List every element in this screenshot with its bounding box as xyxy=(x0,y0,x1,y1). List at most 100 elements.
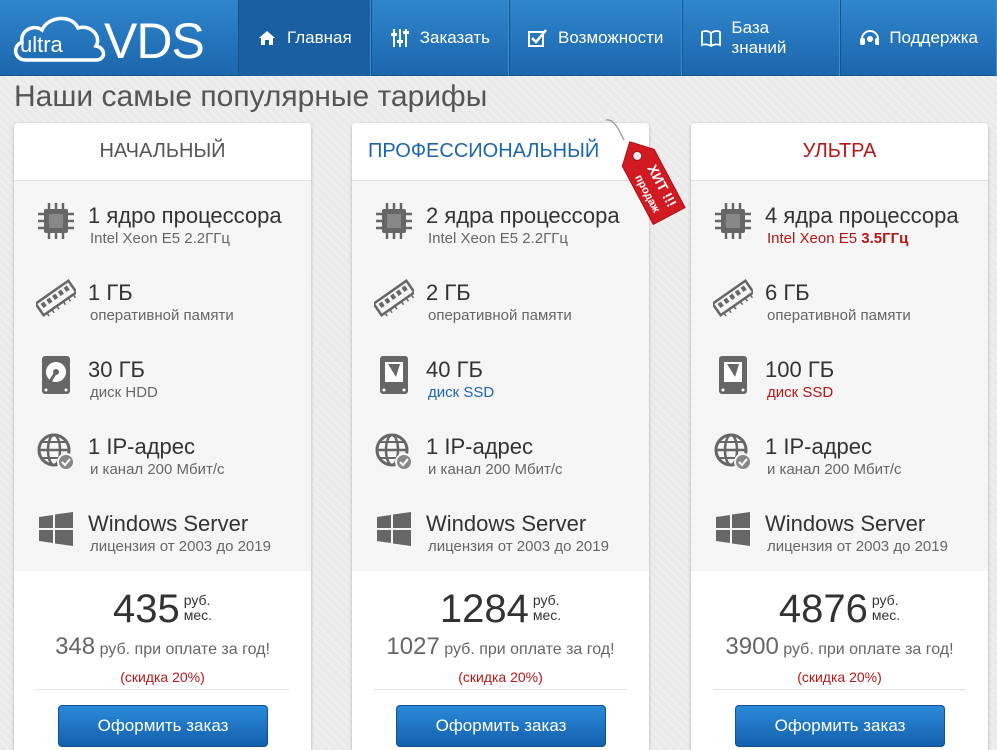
price-value: 4876 xyxy=(778,587,868,631)
feature-os: Windows Server лицензия от 2003 до 2019 xyxy=(14,489,311,566)
windows-icon xyxy=(39,512,73,546)
price-value: 1284 xyxy=(439,587,529,631)
feature-sub: Intel Xeon E5 3.5ГГц xyxy=(767,230,908,247)
feature-ram: 1 ГБ оперативной памяти xyxy=(14,258,311,335)
globe-icon xyxy=(37,433,76,472)
feature-sub: диск HDD xyxy=(90,384,158,401)
period: мес. xyxy=(183,607,213,623)
period: мес. xyxy=(871,607,901,623)
feature-title: Windows Server xyxy=(426,511,587,536)
nav-label: Поддержка xyxy=(889,28,978,47)
nav-support[interactable]: Поддержка xyxy=(840,0,997,76)
feature-title: 1 IP-адрес xyxy=(426,434,534,459)
logo-small-text: ultra xyxy=(20,32,63,57)
divider xyxy=(374,689,627,690)
globe-icon xyxy=(714,433,753,472)
feature-sub: Intel Xeon E5 2.2ГГц xyxy=(90,230,230,247)
disk-prefix: диск xyxy=(767,384,799,401)
globe-icon xyxy=(375,433,414,472)
nav-knowledge-base[interactable]: База знаний xyxy=(682,0,841,76)
feature-sub: и канал 200 Мбит/с xyxy=(428,461,563,478)
order-button[interactable]: Оформить заказ xyxy=(735,705,945,747)
feature-title: 2 ядра процессора xyxy=(426,203,620,228)
price-unit: руб. мес. xyxy=(533,593,561,623)
feature-title: 1 ГБ xyxy=(88,280,133,305)
feature-title: Windows Server xyxy=(765,511,926,536)
plan-card-starter: НАЧАЛЬНЫЙ 1 ядро процессора Intel Xeon E… xyxy=(14,123,311,750)
disk-type: HDD xyxy=(125,384,158,401)
feature-title: 1 IP-адрес xyxy=(88,434,196,459)
feature-ram: 2 ГБ оперативной памяти xyxy=(352,258,649,335)
ssd-icon xyxy=(380,356,408,394)
order-button[interactable]: Оформить заказ xyxy=(58,705,268,747)
plan-card-ultra: УЛЬТРА 4 ядра процессора Intel Xeon E5 3… xyxy=(691,123,988,750)
feature-sub: оперативной памяти xyxy=(428,307,572,324)
feature-sub: диск SSD xyxy=(428,384,494,401)
feature-title: 1 IP-адрес xyxy=(765,434,873,459)
feature-ram: 6 ГБ оперативной памяти xyxy=(691,258,988,335)
ultravds-logo[interactable]: ultra VDS xyxy=(12,10,227,69)
plan-name: НАЧАЛЬНЫЙ xyxy=(14,123,311,181)
ram-icon xyxy=(36,279,76,318)
home-icon xyxy=(257,28,277,48)
nav-order[interactable]: Заказать xyxy=(370,0,510,76)
nav-label: Главная xyxy=(287,28,352,47)
yearly-text: руб. при оплате за год! xyxy=(783,641,954,658)
disk-type: SSD xyxy=(802,384,834,401)
cpu-icon xyxy=(713,201,753,241)
nav-features[interactable]: Возможности xyxy=(509,0,683,76)
feature-title: 1 ядро процессора xyxy=(88,203,282,228)
feature-cpu: 1 ядро процессора Intel Xeon E5 2.2ГГц xyxy=(14,181,311,258)
divider xyxy=(713,689,966,690)
feature-title: Windows Server xyxy=(88,511,249,536)
price-block: 1284 руб. мес. 1027 руб. при оплате за год… xyxy=(352,571,649,750)
monthly-price: 4876 руб. мес. xyxy=(691,587,988,632)
discount-label: (скидка 20%) xyxy=(120,669,205,685)
checkbox-icon xyxy=(528,28,548,48)
feature-title: 4 ядра процессора xyxy=(765,203,959,228)
ram-icon xyxy=(713,279,753,318)
price-block: 4876 руб. мес. 3900 руб. при оплате за год… xyxy=(691,571,988,750)
feature-title: 30 ГБ xyxy=(88,357,145,382)
feature-title: 40 ГБ xyxy=(426,357,483,382)
monthly-price: 1284 руб. мес. xyxy=(352,587,649,632)
cpu-icon xyxy=(374,201,414,241)
feature-sub: и канал 200 Мбит/с xyxy=(767,461,902,478)
feature-os: Windows Server лицензия от 2003 до 2019 xyxy=(352,489,649,566)
yearly-text: руб. при оплате за год! xyxy=(99,641,270,658)
cpu-freq: 3.5ГГц xyxy=(861,230,909,247)
yearly-price: 3900 руб. при оплате за год! xyxy=(691,633,988,661)
feature-ip: 1 IP-адрес и канал 200 Мбит/с xyxy=(691,412,988,489)
nav-home[interactable]: Главная xyxy=(238,0,371,76)
book-icon xyxy=(701,28,722,48)
disk-prefix: диск xyxy=(428,384,460,401)
feature-title: 6 ГБ xyxy=(765,280,810,305)
hdd-icon xyxy=(40,355,72,395)
feature-cpu: 4 ядра процессора Intel Xeon E5 3.5ГГц xyxy=(691,181,988,258)
sliders-icon xyxy=(390,28,410,48)
ram-icon xyxy=(374,279,414,318)
feature-os: Windows Server лицензия от 2003 до 2019 xyxy=(691,489,988,566)
feature-ip: 1 IP-адрес и канал 200 Мбит/с xyxy=(14,412,311,489)
logo-big-text: VDS xyxy=(104,13,205,69)
currency: руб. xyxy=(183,592,211,608)
currency: руб. xyxy=(871,592,899,608)
divider xyxy=(36,689,289,690)
discount-label: (скидка 20%) xyxy=(458,669,543,685)
plan-name: УЛЬТРА xyxy=(691,123,988,181)
price-unit: руб. мес. xyxy=(872,593,900,623)
cpu-icon xyxy=(36,201,76,241)
period: мес. xyxy=(532,607,562,623)
yearly-value: 3900 xyxy=(725,633,779,660)
price-value: 435 xyxy=(112,587,180,631)
monthly-price: 435 руб. мес. xyxy=(14,587,311,632)
nav-label: Возможности xyxy=(558,28,664,47)
feature-sub: лицензия от 2003 до 2019 xyxy=(767,538,948,555)
site-header: ultra VDS Главная Заказать Возможности Б… xyxy=(0,0,997,76)
feature-title: 100 ГБ xyxy=(765,357,835,382)
yearly-text: руб. при оплате за год! xyxy=(444,641,615,658)
feature-sub: диск SSD xyxy=(767,384,833,401)
order-button[interactable]: Оформить заказ xyxy=(396,705,606,747)
feature-disk: 30 ГБ диск HDD xyxy=(14,335,311,412)
feature-sub: и канал 200 Мбит/с xyxy=(90,461,225,478)
